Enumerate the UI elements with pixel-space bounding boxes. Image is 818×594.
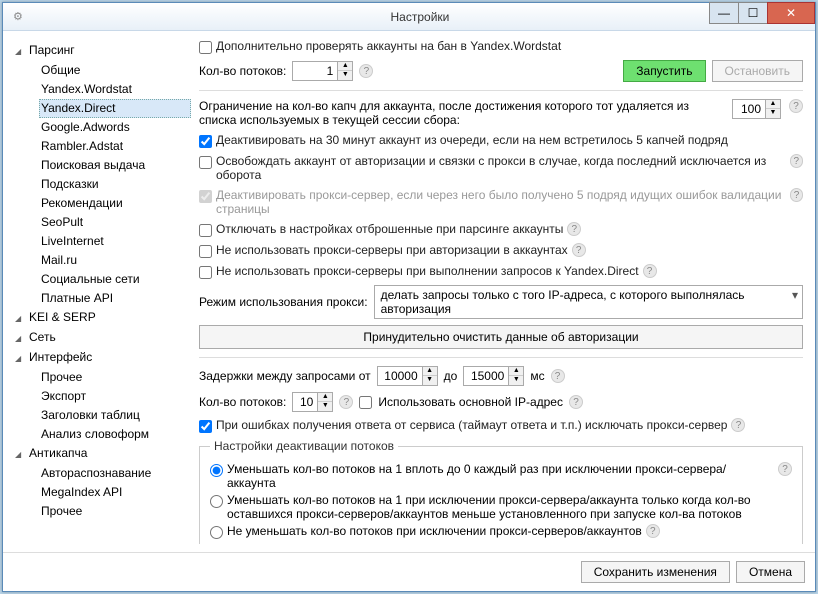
help-icon[interactable]: ? xyxy=(790,154,803,168)
tree-item[interactable]: Автораспознавание xyxy=(39,464,191,483)
proxy-mode-select[interactable]: делать запросы только с того IP-адреса, … xyxy=(374,285,803,319)
tree-item[interactable]: Mail.ru xyxy=(39,251,191,270)
deact-r3-radio[interactable] xyxy=(210,526,223,539)
tree-item[interactable]: Прочее xyxy=(39,502,191,521)
tree-item[interactable]: Экспорт xyxy=(39,387,191,406)
tree-item[interactable]: Платные API xyxy=(39,289,191,308)
tree-item[interactable]: Подсказки xyxy=(39,175,191,194)
clear-auth-button[interactable]: Принудительно очистить данные об авториз… xyxy=(199,325,803,349)
spin-down-icon[interactable]: ▼ xyxy=(766,109,780,118)
close-button[interactable]: ✕ xyxy=(767,2,815,24)
tree-item[interactable]: Анализ словоформ xyxy=(39,425,191,444)
captcha-limit-row: Ограничение на кол-во капч для аккаунта,… xyxy=(199,99,803,127)
deactivation-fieldset: Настройки деактивации потоков Уменьшать … xyxy=(199,439,803,544)
help-icon[interactable]: ? xyxy=(569,395,583,409)
help-icon[interactable]: ? xyxy=(789,99,803,113)
help-icon[interactable]: ? xyxy=(567,222,581,236)
help-icon[interactable]: ? xyxy=(778,462,792,476)
captcha-limit-label: Ограничение на кол-во капч для аккаунта,… xyxy=(199,99,724,127)
tree-item[interactable]: LiveInternet xyxy=(39,232,191,251)
maximize-button[interactable]: ☐ xyxy=(738,2,768,24)
tree-item[interactable]: Прочее xyxy=(39,368,191,387)
tree-item[interactable]: Рекомендации xyxy=(39,194,191,213)
spin-down-icon[interactable]: ▼ xyxy=(338,71,352,80)
sidebar-tree[interactable]: ПарсингОбщиеYandex.WordstatYandex.Direct… xyxy=(11,39,191,544)
tree-item[interactable]: Yandex.Wordstat xyxy=(39,80,191,99)
content: ПарсингОбщиеYandex.WordstatYandex.Direct… xyxy=(3,31,815,552)
cancel-button[interactable]: Отмена xyxy=(736,561,805,583)
proxy-mode-label: Режим использования прокси: xyxy=(199,295,368,309)
tree-group[interactable]: Антикапча xyxy=(13,444,191,464)
tree-group[interactable]: Сеть xyxy=(13,328,191,348)
no-proxy-direct-checkbox[interactable] xyxy=(199,266,212,279)
captcha-limit-input[interactable] xyxy=(733,100,765,118)
tree-item[interactable]: Google.Adwords xyxy=(39,118,191,137)
help-icon[interactable]: ? xyxy=(790,188,803,202)
captcha-limit-spinner[interactable]: ▲▼ xyxy=(732,99,781,119)
threads-row: Кол-во потоков: ▲▼ ? Запустить Остановит… xyxy=(199,60,803,82)
no-proxy-auth-checkbox[interactable] xyxy=(199,245,212,258)
deact-r2-radio[interactable] xyxy=(210,495,223,508)
exclude-proxy-checkbox[interactable] xyxy=(199,420,212,433)
tree-item[interactable]: SeoPult xyxy=(39,213,191,232)
deact-r1-radio[interactable] xyxy=(210,464,223,477)
tree-group[interactable]: KEI & SERP xyxy=(13,308,191,328)
help-icon[interactable]: ? xyxy=(646,524,660,538)
spin-up-icon[interactable]: ▲ xyxy=(766,100,780,109)
titlebar: ⚙ Настройки — ☐ ✕ xyxy=(3,3,815,31)
main-panel: Дополнительно проверять аккаунты на бан … xyxy=(199,39,807,544)
extra-check-label: Дополнительно проверять аккаунты на бан … xyxy=(216,39,561,53)
delay-from-spinner[interactable]: ▲▼ xyxy=(377,366,438,386)
threads-label: Кол-во потоков: xyxy=(199,64,286,78)
delays-row: Задержки между запросами от ▲▼ до ▲▼ мс … xyxy=(199,366,803,386)
deact-proxy-checkbox xyxy=(199,190,212,203)
spin-up-icon[interactable]: ▲ xyxy=(338,62,352,71)
deact-30min-checkbox[interactable] xyxy=(199,135,212,148)
use-main-ip-checkbox[interactable] xyxy=(359,396,372,409)
extra-check-row: Дополнительно проверять аккаунты на бан … xyxy=(199,39,803,54)
tree-item[interactable]: Общие xyxy=(39,61,191,80)
stop-button: Остановить xyxy=(712,60,804,82)
window-buttons: — ☐ ✕ xyxy=(710,2,815,24)
tree-item[interactable]: Поисковая выдача xyxy=(39,156,191,175)
tree-item[interactable]: MegaIndex API xyxy=(39,483,191,502)
tree-item[interactable]: Rambler.Adstat xyxy=(39,137,191,156)
help-icon[interactable]: ? xyxy=(643,264,657,278)
help-icon[interactable]: ? xyxy=(339,395,353,409)
settings-window: ⚙ Настройки — ☐ ✕ ПарсингОбщиеYandex.Wor… xyxy=(2,2,816,592)
tree-group[interactable]: Парсинг xyxy=(13,41,191,61)
run-button[interactable]: Запустить xyxy=(623,60,705,82)
delay-to-spinner[interactable]: ▲▼ xyxy=(463,366,524,386)
threads-spinner[interactable]: ▲▼ xyxy=(292,61,353,81)
proxy-mode-row: Режим использования прокси: делать запро… xyxy=(199,285,803,319)
help-icon[interactable]: ? xyxy=(551,369,565,383)
save-button[interactable]: Сохранить изменения xyxy=(581,561,730,583)
tree-item[interactable]: Заголовки таблиц xyxy=(39,406,191,425)
window-title: Настройки xyxy=(29,10,811,24)
help-icon[interactable]: ? xyxy=(731,418,745,432)
tree-group[interactable]: Интерфейс xyxy=(13,348,191,368)
tree-item[interactable]: Yandex.Direct xyxy=(39,99,191,118)
help-icon[interactable]: ? xyxy=(572,243,586,257)
footer: Сохранить изменения Отмена xyxy=(3,552,815,591)
minimize-button[interactable]: — xyxy=(709,2,739,24)
help-icon[interactable]: ? xyxy=(359,64,373,78)
disable-accounts-checkbox[interactable] xyxy=(199,224,212,237)
tree-item[interactable]: Социальные сети xyxy=(39,270,191,289)
gear-icon: ⚙ xyxy=(13,10,23,23)
threads-input[interactable] xyxy=(293,62,337,80)
threads2-spinner[interactable]: ▲▼ xyxy=(292,392,333,412)
extra-check-checkbox[interactable] xyxy=(199,41,212,54)
release-account-checkbox[interactable] xyxy=(199,156,212,169)
